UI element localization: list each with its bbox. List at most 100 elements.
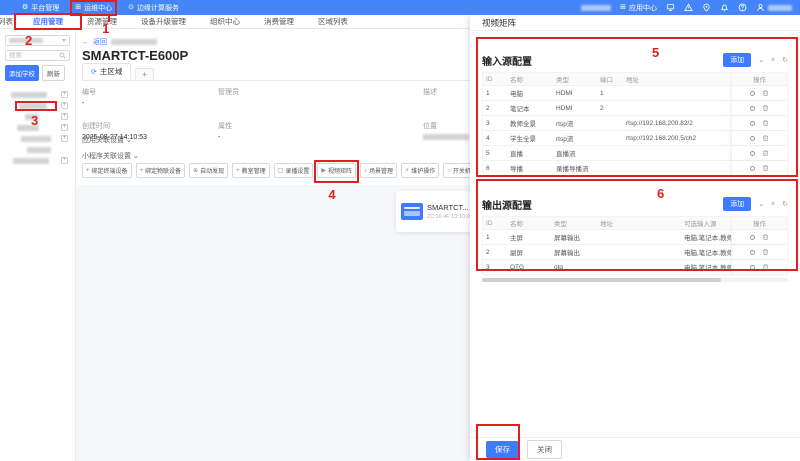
- topnav-item-边缘计算服务[interactable]: ⊙边缘计算服务: [128, 3, 179, 13]
- blurred-tree-label: [17, 125, 39, 131]
- tree-item[interactable]: +: [5, 100, 70, 111]
- field-label: 描述: [423, 87, 472, 97]
- tree-item[interactable]: [5, 144, 70, 155]
- tab-资源管理[interactable]: 资源管理: [75, 16, 129, 27]
- delete-icon[interactable]: [762, 119, 769, 127]
- delete-icon[interactable]: [762, 134, 769, 142]
- delete-icon[interactable]: [762, 248, 769, 256]
- refresh-icon[interactable]: ↻: [782, 57, 788, 64]
- app-center-label: 应用中心: [629, 3, 657, 13]
- horizontal-scrollbar[interactable]: [482, 278, 788, 282]
- record-icon: ▢: [278, 167, 284, 174]
- refresh-button[interactable]: 刷新: [42, 65, 65, 81]
- column-header: ID: [483, 220, 507, 227]
- device-card[interactable]: SMARTCT... 2C:16:4F:13:10:00: [396, 191, 476, 232]
- topnav-item-平台管理[interactable]: ⚙平台管理: [22, 3, 59, 13]
- alert-icon[interactable]: [684, 3, 693, 12]
- expand-icon[interactable]: +: [61, 113, 68, 120]
- tree-item[interactable]: +: [5, 133, 70, 144]
- action-button-视频矩阵[interactable]: ▶视频矩阵: [317, 163, 356, 178]
- input-source-section: 输入源配置添加⌄×↻ID名称类型端口地址操作1电脑HDMI12笔记本HDMI23…: [482, 53, 788, 176]
- tab-应用管理[interactable]: 应用管理: [21, 16, 75, 27]
- history-icon[interactable]: [750, 235, 755, 240]
- history-icon[interactable]: [750, 121, 755, 126]
- collapse-icon[interactable]: ⌄: [758, 201, 764, 208]
- close-icon[interactable]: ×: [771, 57, 775, 64]
- delete-icon[interactable]: [762, 164, 769, 172]
- delete-icon[interactable]: [762, 149, 769, 157]
- expand-icon[interactable]: +: [61, 102, 68, 109]
- history-icon[interactable]: [750, 151, 755, 156]
- tab-列表[interactable]: 列表: [0, 16, 21, 27]
- topnav-item-运维中心[interactable]: ⊞运维中心: [75, 3, 112, 13]
- history-icon[interactable]: [750, 136, 755, 141]
- tree-item[interactable]: +: [5, 122, 70, 133]
- tree-item[interactable]: +: [5, 111, 70, 122]
- delete-icon[interactable]: [762, 104, 769, 112]
- save-button[interactable]: 保存: [486, 441, 519, 458]
- tab-消费管理[interactable]: 消费管理: [252, 16, 306, 27]
- bell-icon[interactable]: [720, 3, 729, 12]
- search-input[interactable]: [9, 52, 57, 59]
- collapse-icon[interactable]: ⌄: [758, 57, 764, 64]
- back-arrow-icon: ←: [82, 39, 89, 46]
- history-icon[interactable]: [750, 106, 755, 111]
- help-icon[interactable]: [738, 3, 747, 12]
- video-icon: ▶: [321, 167, 326, 174]
- add-zone-tab-button[interactable]: +: [135, 68, 154, 80]
- expand-icon[interactable]: +: [61, 91, 68, 98]
- tab-main-zone[interactable]: ⟳ 主区域: [82, 63, 131, 80]
- chevron-down-icon: ⌄: [126, 137, 132, 144]
- cell-id: 6: [483, 165, 507, 172]
- edge-icon: ⊙: [128, 4, 134, 11]
- refresh-icon[interactable]: ↻: [782, 201, 788, 208]
- miniprogram-association-toggle[interactable]: 小程序关联设置 ⌄: [82, 151, 139, 161]
- history-icon[interactable]: [750, 91, 755, 96]
- expand-icon[interactable]: +: [61, 135, 68, 142]
- close-button[interactable]: 关闭: [527, 440, 562, 459]
- history-icon[interactable]: [750, 250, 755, 255]
- tab-组织中心[interactable]: 组织中心: [198, 16, 252, 27]
- cell-id: 2: [483, 249, 507, 256]
- add-school-button[interactable]: 添加学校: [5, 65, 39, 81]
- expand-icon[interactable]: +: [61, 157, 68, 164]
- add-button[interactable]: 添加: [723, 53, 751, 67]
- close-icon[interactable]: ×: [771, 201, 775, 208]
- zone-icon: ⟳: [91, 68, 97, 76]
- tree-item[interactable]: +: [5, 155, 70, 166]
- location-icon[interactable]: [702, 3, 711, 12]
- user-menu[interactable]: [756, 3, 792, 12]
- column-header: 地址: [597, 218, 681, 228]
- delete-icon[interactable]: [762, 89, 769, 97]
- back-link[interactable]: ← 返回: [82, 37, 157, 47]
- field-管理员: 管理员: [218, 87, 423, 108]
- gear-icon: ⚙: [22, 4, 28, 11]
- add-button[interactable]: 添加: [723, 197, 751, 211]
- app-association-toggle[interactable]: 应用关联设置 ⌄: [82, 135, 132, 145]
- sidebar-search: [5, 50, 70, 61]
- workbench-icon[interactable]: [666, 3, 675, 12]
- action-button-录播设置[interactable]: ▢录播设置: [274, 163, 314, 178]
- table-row: 2副屏屏幕输出电脑,笔记本,教师全景,学: [483, 245, 787, 260]
- action-button-维护操作[interactable]: ⚡维护操作: [401, 163, 439, 178]
- tree-item[interactable]: +: [5, 89, 70, 100]
- action-button-场景管理[interactable]: ♪场景管理: [360, 163, 397, 178]
- history-icon[interactable]: [750, 265, 755, 270]
- tab-设备升级管理[interactable]: 设备升级管理: [129, 16, 198, 27]
- school-select-dropdown[interactable]: [5, 35, 70, 46]
- scrollbar-thumb[interactable]: [482, 278, 721, 282]
- drawer-title: 视频矩阵: [470, 15, 800, 31]
- action-button-教室管理[interactable]: +教室管理: [232, 163, 270, 178]
- action-button-绑定终端设备[interactable]: +绑定终端设备: [82, 163, 132, 178]
- table-row: 4学生全景rtsp流rtsp://192.168.200.5/ch2: [483, 131, 787, 146]
- action-button-自动发现[interactable]: ⊕自动发现: [189, 163, 228, 178]
- tab-区域列表[interactable]: 区域列表: [306, 16, 360, 27]
- column-header: 可选输入源: [681, 218, 731, 228]
- delete-icon[interactable]: [762, 233, 769, 241]
- delete-icon[interactable]: [762, 263, 769, 271]
- history-icon[interactable]: [750, 166, 755, 171]
- action-button-绑定物联设备[interactable]: +绑定物联设备: [136, 163, 186, 178]
- expand-icon[interactable]: +: [61, 124, 68, 131]
- back-label: 返回: [93, 37, 107, 47]
- app-center-button[interactable]: ⊞ 应用中心: [620, 3, 657, 13]
